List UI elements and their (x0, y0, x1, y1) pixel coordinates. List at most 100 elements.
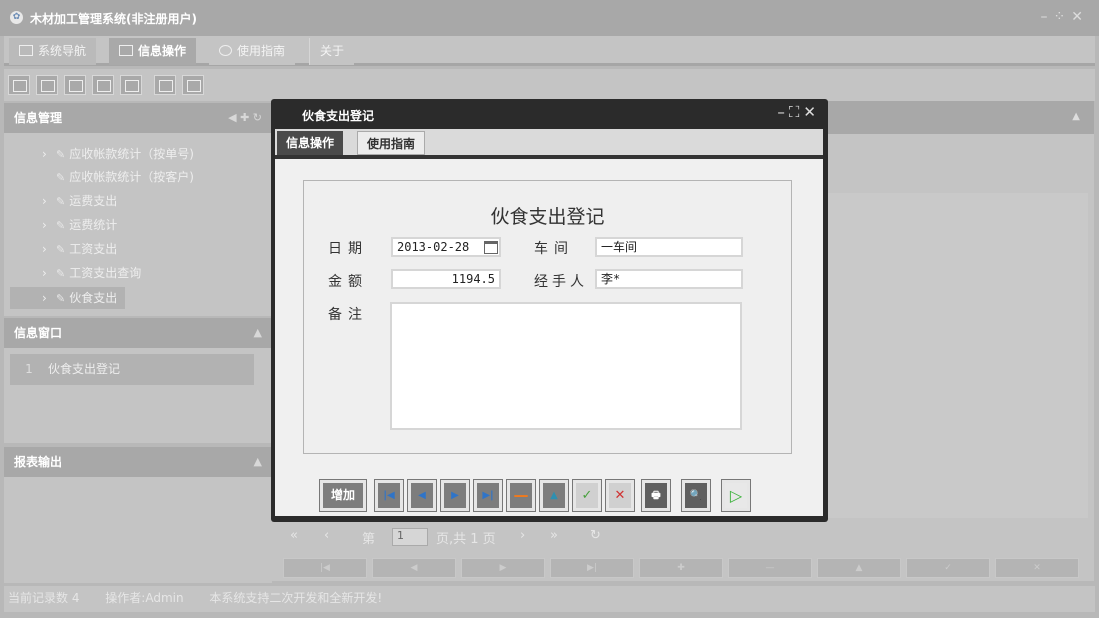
minus-icon: — (510, 483, 532, 508)
info-manage-tree: › ✎ 应收帐款统计（按单号) ✎ 应收帐款统计（按客户) › ✎ 运费支出 › ✎ 运费统计… (4, 133, 272, 316)
panel-tools-icon[interactable]: ◀ ✚ ↻ (228, 103, 262, 133)
tree-item[interactable]: ✎ 应收帐款统计（按客户) (56, 166, 194, 188)
user-tool-icon[interactable] (92, 75, 114, 95)
confirm-button[interactable]: ✓ (572, 479, 602, 512)
tree-item[interactable]: › ✎ 运费统计 (42, 214, 117, 236)
refresh-icon[interactable]: ↻ (590, 528, 601, 543)
first-icon: |◀ (378, 483, 400, 508)
next-icon: ▶ (444, 483, 466, 508)
delete-button[interactable]: — (506, 479, 536, 512)
remark-textarea[interactable] (390, 302, 742, 430)
tab-guide[interactable]: 使用指南 (209, 38, 296, 65)
chevron-right-icon: › (42, 194, 47, 208)
document-tool-icon[interactable] (64, 75, 86, 95)
leaf-icon: ✎ (56, 195, 66, 208)
next-record-button[interactable]: ▶ (440, 479, 470, 512)
add-button[interactable]: 增加 (319, 479, 367, 512)
list-tool-icon[interactable] (36, 75, 58, 95)
minimize-icon[interactable]: – (1041, 9, 1054, 25)
prev-record-button[interactable]: ◀ (407, 479, 437, 512)
prev-page-icon[interactable]: ‹ (324, 528, 329, 543)
print-button[interactable]: 🖶 (641, 479, 671, 512)
cancel-button[interactable]: ✕ (605, 479, 635, 512)
dialog-controls[interactable]: –⛶✕ (777, 103, 820, 121)
delete-record-button[interactable]: — (728, 558, 812, 578)
window-controls[interactable]: –⁘✕ (1041, 9, 1089, 25)
run-button[interactable]: ▷ (721, 479, 751, 512)
grid-buttons: |◀ ◀ ▶ ▶| ✚ — ▲ ✓ ✕ (283, 558, 1083, 580)
edit-button[interactable]: ▲ (539, 479, 569, 512)
data-grid[interactable] (820, 193, 1088, 518)
maximize-icon[interactable]: ⛶ (789, 103, 804, 121)
tab-info-ops[interactable]: 信息操作 (109, 38, 197, 65)
tree-item[interactable]: › ✎ 应收帐款统计（按单号) (42, 143, 194, 165)
maximize-icon[interactable]: ⁘ (1054, 9, 1072, 25)
expense-form: 伙食支出登记 日期 2013-02-28 车间 一车间 金额 1194.5 经手… (303, 180, 792, 454)
tab-guide[interactable]: 使用指南 (357, 131, 426, 155)
add-record-button[interactable]: ✚ (639, 558, 723, 578)
cancel-button[interactable]: ✕ (995, 558, 1079, 578)
calendar-icon[interactable] (484, 241, 498, 254)
tab-system-nav[interactable]: 系统导航 (9, 38, 97, 65)
next-page-icon[interactable]: › (520, 528, 525, 543)
chevron-right-icon: › (42, 291, 47, 305)
tree-item-selected[interactable]: › ✎ 伙食支出 (10, 287, 126, 309)
prev-record-button[interactable]: ◀ (372, 558, 456, 578)
last-page-icon[interactable]: » (550, 528, 558, 543)
chevron-right-icon: › (42, 266, 47, 280)
last-record-button[interactable]: ▶| (473, 479, 503, 512)
first-record-button[interactable]: |◀ (374, 479, 404, 512)
app-title: 木材加工管理系统(非注册用户) (30, 12, 197, 26)
last-record-button[interactable]: ▶| (550, 558, 634, 578)
minimize-icon[interactable]: – (777, 103, 789, 121)
first-record-button[interactable]: |◀ (283, 558, 367, 578)
print-tool-icon[interactable] (182, 75, 204, 95)
check-icon: ✓ (576, 483, 598, 508)
window-list-item[interactable]: 1 伙食支出登记 (10, 354, 254, 385)
search-tool-icon[interactable] (8, 75, 30, 95)
tree-item[interactable]: › ✎ 运费支出 (42, 190, 117, 212)
handler-label: 经手人 (534, 274, 588, 290)
amount-field[interactable]: 1194.5 (391, 269, 501, 289)
play-icon: ▷ (725, 483, 747, 508)
cross-icon: ✕ (609, 483, 631, 508)
amount-label: 金额 (328, 274, 368, 290)
next-record-button[interactable]: ▶ (461, 558, 545, 578)
collapse-icon[interactable]: ▲ (254, 318, 262, 348)
collapse-icon[interactable]: ▲ (1072, 111, 1080, 122)
window-tool-icon[interactable] (120, 75, 142, 95)
last-icon: ▶| (477, 483, 499, 508)
confirm-button[interactable]: ✓ (906, 558, 990, 578)
leaf-icon: ✎ (56, 243, 66, 256)
preview-button[interactable]: 🔍 (681, 479, 711, 512)
tree-item[interactable]: › ✎ 工资支出 (42, 238, 117, 260)
report-header[interactable]: 报表输出 ▲ (4, 447, 272, 477)
dialog-body: 信息操作 使用指南 伙食支出登记 日期 2013-02-28 车间 一车间 金额… (275, 129, 823, 516)
handler-field[interactable]: 李* (595, 269, 743, 289)
info-window-header[interactable]: 信息窗口 ▲ (4, 318, 272, 348)
grid-icon (119, 45, 133, 56)
collapse-icon[interactable]: ▲ (254, 447, 262, 477)
info-manage-header[interactable]: 信息管理 ◀ ✚ ↻ (4, 103, 272, 133)
leaf-icon: ✎ (56, 148, 66, 161)
printer-icon: 🖶 (645, 483, 667, 508)
report-panel (4, 477, 272, 583)
form-title: 伙食支出登记 (490, 206, 605, 228)
logo-icon: ✿ (10, 11, 23, 24)
first-page-icon[interactable]: « (290, 528, 298, 543)
leaf-icon: ✎ (56, 219, 66, 232)
close-icon[interactable]: ✕ (803, 103, 820, 121)
tab-about[interactable]: 关于 (309, 38, 355, 65)
edit-record-button[interactable]: ▲ (817, 558, 901, 578)
title-bar: ✿ 木材加工管理系统(非注册用户) –⁘✕ (0, 0, 1099, 36)
report-tool-icon[interactable] (154, 75, 176, 95)
chevron-right-icon: › (42, 147, 47, 161)
tree-item[interactable]: › ✎ 工资支出查询 (42, 262, 141, 284)
tab-info-ops[interactable]: 信息操作 (277, 131, 344, 155)
page-input[interactable]: 1 (392, 528, 428, 546)
close-icon[interactable]: ✕ (1071, 9, 1089, 25)
main-menu: 系统导航 信息操作 使用指南 关于 (4, 36, 1095, 66)
workshop-field[interactable]: 一车间 (595, 237, 743, 257)
record-count: 当前记录数 4 (8, 591, 80, 605)
toolbar (4, 69, 1095, 101)
